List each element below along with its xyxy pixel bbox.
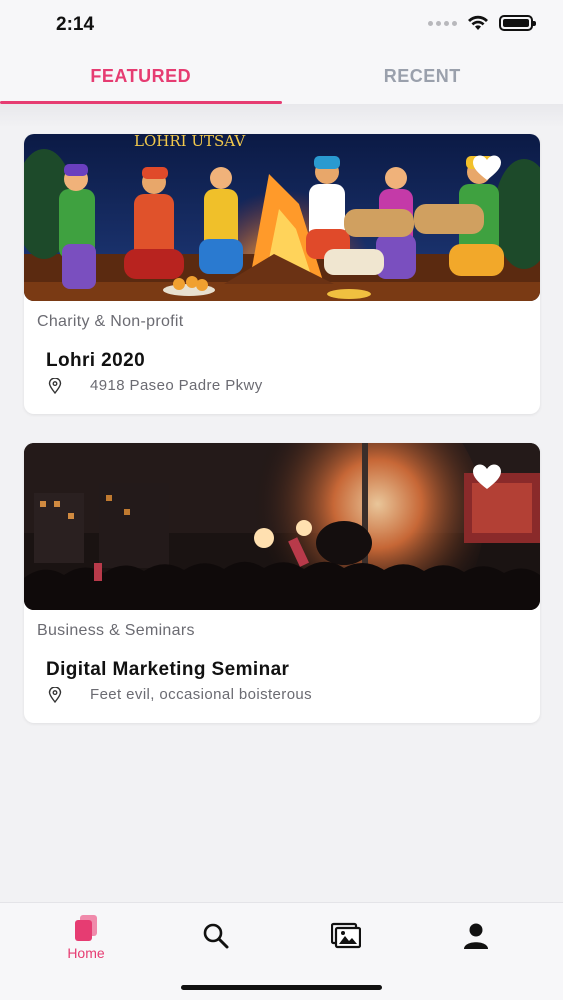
location-pin-icon — [48, 377, 62, 394]
event-category: Charity & Non-profit — [37, 313, 184, 330]
search-icon — [203, 923, 229, 949]
favorite-heart-icon[interactable] — [472, 154, 502, 182]
status-bar: 2:14 — [0, 0, 563, 48]
tab-recent-label: RECENT — [383, 65, 461, 86]
tab-home[interactable]: Home — [41, 903, 131, 973]
tab-recent[interactable]: RECENT — [282, 48, 563, 104]
battery-icon — [499, 15, 536, 31]
event-title: Digital Marketing Seminar — [46, 659, 290, 680]
event-card[interactable]: LOHRI UTSAV Charity & Non-profit Lohri 2… — [24, 134, 540, 414]
event-location: 4918 Paseo Padre Pkwy — [48, 377, 263, 394]
tab-featured[interactable]: FEATURED — [0, 48, 282, 104]
event-image: LOHRI UTSAV — [24, 134, 540, 301]
tab-search[interactable] — [171, 903, 261, 973]
status-time: 2:14 — [56, 14, 95, 35]
event-title: Lohri 2020 — [46, 350, 146, 371]
event-image-banner-text: LOHRI UTSAV — [134, 134, 246, 150]
location-pin-icon — [48, 686, 62, 703]
tab-divider-shadow — [0, 104, 563, 128]
segment-tabs: FEATURED RECENT — [0, 48, 563, 104]
tab-featured-label: FEATURED — [90, 65, 192, 86]
profile-icon — [464, 923, 488, 949]
gallery-icon — [331, 922, 361, 949]
event-location: Feet evil, occasional boisterous — [48, 686, 312, 703]
status-indicators — [428, 15, 536, 31]
tab-profile[interactable] — [431, 903, 521, 973]
home-icon — [75, 915, 97, 941]
favorite-heart-icon[interactable] — [472, 463, 502, 491]
cellular-signal-icon — [428, 20, 457, 26]
event-image — [24, 443, 540, 610]
event-address: Feet evil, occasional boisterous — [90, 686, 313, 703]
tab-home-label: Home — [67, 945, 105, 961]
wifi-icon — [468, 15, 488, 30]
event-category: Business & Seminars — [37, 622, 195, 639]
home-indicator[interactable] — [181, 985, 382, 990]
event-address: 4918 Paseo Padre Pkwy — [90, 377, 263, 394]
event-card[interactable]: Business & Seminars Digital Marketing Se… — [24, 443, 540, 723]
tab-gallery[interactable] — [301, 903, 391, 973]
